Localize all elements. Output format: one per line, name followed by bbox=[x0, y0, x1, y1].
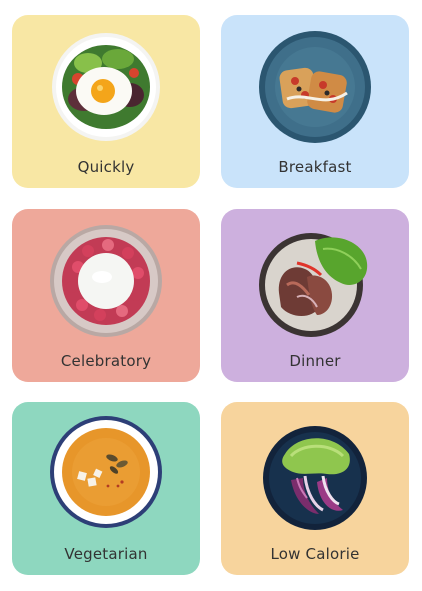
category-card-low-calorie[interactable]: Low Calorie bbox=[221, 402, 409, 575]
category-card-dinner[interactable]: Dinner bbox=[221, 209, 409, 382]
category-label: Low Calorie bbox=[270, 545, 360, 563]
fried-egg-salad-icon bbox=[48, 29, 164, 145]
berry-tart-icon bbox=[48, 223, 164, 339]
category-card-celebratory[interactable]: Celebratory bbox=[12, 209, 200, 382]
category-grid: Quickly Breakfast Celebratory Dinner Veg… bbox=[0, 0, 422, 591]
category-label: Celebratory bbox=[60, 352, 152, 370]
category-label: Vegetarian bbox=[64, 545, 148, 563]
category-card-quickly[interactable]: Quickly bbox=[12, 15, 200, 188]
category-card-breakfast[interactable]: Breakfast bbox=[221, 15, 409, 188]
category-label: Dinner bbox=[289, 352, 341, 370]
category-card-vegetarian[interactable]: Vegetarian bbox=[12, 402, 200, 575]
steak-plate-icon bbox=[257, 223, 373, 339]
lettuce-bowl-icon bbox=[257, 416, 373, 532]
pumpkin-soup-icon bbox=[48, 416, 164, 532]
toast-plate-icon bbox=[257, 29, 373, 145]
category-label: Breakfast bbox=[278, 158, 352, 176]
category-label: Quickly bbox=[77, 158, 135, 176]
